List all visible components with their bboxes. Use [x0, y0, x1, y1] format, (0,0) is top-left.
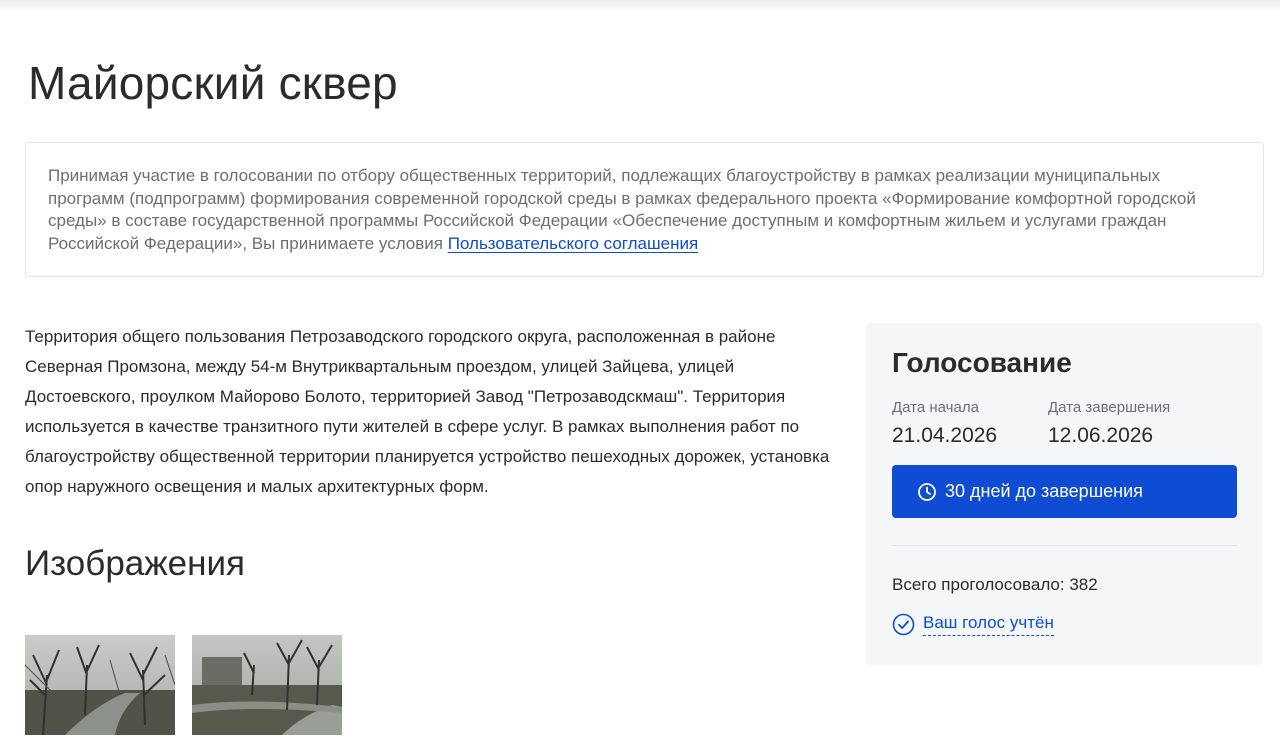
- voting-title: Голосование: [892, 347, 1072, 378]
- voting-card: Голосование Дата начала 21.04.2026 Дата …: [866, 323, 1262, 665]
- clock-icon: [918, 482, 936, 501]
- gallery-image-1[interactable]: [25, 635, 175, 735]
- images-heading: Изображения: [25, 544, 245, 583]
- agreement-notice: Принимая участие в голосовании по отбору…: [25, 142, 1264, 277]
- territory-description: Территория общего пользования Петрозавод…: [25, 327, 830, 496]
- photo-park-path-1: [25, 635, 175, 735]
- vote-counted-status[interactable]: Ваш голос учтён: [892, 613, 1054, 636]
- start-date-label: Дата начала: [892, 399, 979, 416]
- end-date-value: 12.06.2026: [1048, 424, 1154, 447]
- top-shadow-bar: [0, 0, 1280, 12]
- vote-counted-label[interactable]: Ваш голос учтён: [923, 613, 1054, 636]
- photo-park-path-2: [192, 635, 342, 735]
- start-date-value: 21.04.2026: [892, 424, 998, 447]
- end-date: Дата завершения 12.06.2026: [1048, 399, 1170, 448]
- card-divider: [892, 545, 1237, 546]
- deadline-button[interactable]: 30 дней до завершения: [892, 465, 1237, 518]
- check-circle-icon: [892, 613, 915, 636]
- total-votes: Всего проголосовало: 382: [892, 575, 1098, 594]
- end-date-label: Дата завершения: [1048, 399, 1171, 416]
- start-date: Дата начала 21.04.2026: [892, 399, 997, 448]
- deadline-label: 30 дней до завершения: [945, 481, 1143, 501]
- user-agreement-link[interactable]: Пользовательского соглашения: [448, 234, 698, 253]
- gallery-image-2[interactable]: [192, 635, 342, 735]
- page-title: Майорский сквер: [28, 57, 398, 109]
